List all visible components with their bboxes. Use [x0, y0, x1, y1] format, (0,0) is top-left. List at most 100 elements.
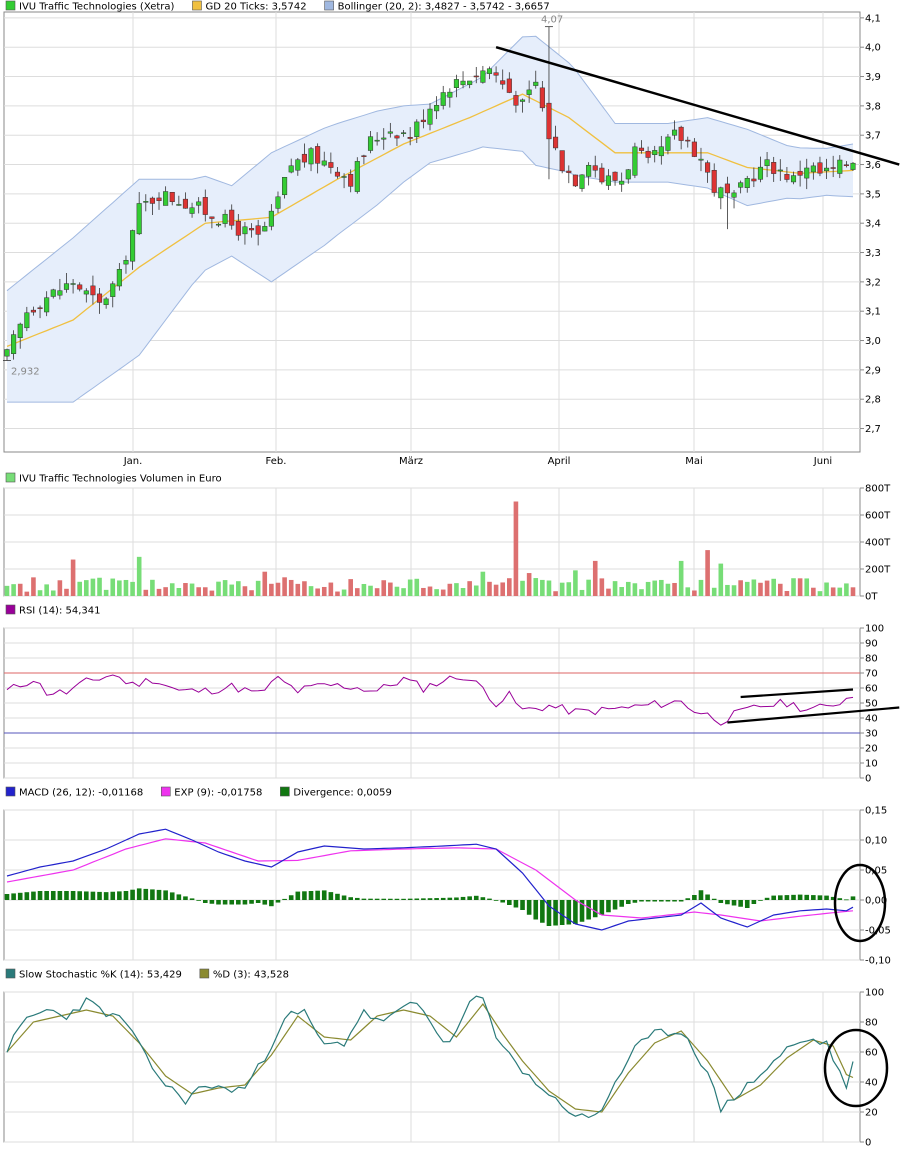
volume-bar	[487, 581, 492, 596]
legend-label: Bollinger (20, 2): 3,4827 - 3,5742 - 3,6…	[338, 2, 550, 13]
divergence-bar	[130, 889, 135, 900]
candle-up	[381, 137, 387, 140]
divergence-bar	[632, 900, 638, 903]
divergence-bar	[520, 900, 525, 910]
volume-bar	[308, 586, 314, 596]
divergence-bar	[77, 891, 83, 900]
y-tick-label: 80	[865, 654, 878, 665]
divergence-bar	[255, 900, 261, 903]
volume-bar	[421, 587, 426, 596]
divergence-bar	[31, 891, 36, 900]
divergence-bar	[811, 895, 816, 900]
volume-bar	[222, 580, 228, 596]
candle-down	[645, 150, 651, 158]
divergence-bar	[487, 898, 492, 900]
volume-bar	[136, 556, 142, 596]
divergence-bar	[804, 894, 810, 900]
candle-up	[341, 176, 347, 178]
volume-bar	[123, 579, 129, 596]
candle-up	[50, 289, 56, 297]
volume-bar	[751, 579, 757, 596]
legend-label: RSI (14): 54,341	[19, 606, 101, 617]
volume-bar	[130, 581, 135, 596]
volume-bar	[844, 583, 849, 596]
volume-bar	[659, 579, 664, 596]
legend-label: Divergence: 0,0059	[293, 788, 392, 799]
divergence-bar	[758, 900, 763, 901]
candle-down	[301, 153, 307, 163]
volume-bar	[381, 580, 387, 596]
y-tick-label: 600T	[865, 511, 891, 522]
divergence-bar	[24, 892, 30, 900]
divergence-bar	[480, 897, 486, 900]
y-tick-label: 10	[865, 759, 878, 770]
candle-down	[506, 78, 512, 93]
volume-bar	[24, 591, 30, 596]
volume-bar	[473, 585, 479, 596]
legend-swatch	[324, 0, 334, 11]
divergence-bar	[249, 900, 254, 904]
volume-bar	[467, 581, 472, 596]
candle-up	[526, 89, 532, 95]
legend-label: IVU Traffic Technologies (Xetra)	[19, 2, 175, 13]
candle-up	[70, 283, 76, 285]
volume-bar	[97, 577, 102, 596]
divergence-bar	[394, 898, 400, 900]
y-tick-label: 4,0	[865, 43, 881, 54]
volume-bar	[242, 586, 248, 596]
candle-down	[361, 155, 367, 157]
candle-down	[500, 80, 506, 85]
divergence-bar	[361, 898, 367, 900]
volume-bar	[559, 582, 565, 596]
y-tick-label: 3,8	[865, 101, 881, 112]
candle-down	[209, 216, 215, 219]
divergence-bar	[817, 895, 823, 900]
y-tick-label: 3,0	[865, 336, 881, 347]
divergence-bar	[189, 898, 195, 900]
divergence-bar	[90, 891, 96, 900]
divergence-bar	[381, 898, 387, 900]
divergence-bar	[354, 897, 360, 900]
candle-up	[738, 182, 744, 188]
divergence-bar	[440, 897, 446, 900]
volume-bar	[652, 580, 658, 596]
volume-bar	[725, 584, 730, 596]
candle-up	[790, 175, 797, 183]
candle-down	[513, 95, 519, 106]
candle-up	[605, 175, 612, 186]
volume-bar	[460, 588, 466, 596]
candle-down	[202, 197, 208, 215]
candle-up	[57, 290, 63, 296]
candle-down	[546, 102, 552, 140]
divergence-bar	[341, 895, 347, 900]
candle-up	[480, 70, 486, 83]
volume-bar	[282, 577, 287, 596]
volume-bar	[804, 578, 810, 596]
candle-up	[718, 187, 724, 199]
candle-up	[130, 230, 136, 262]
legend-swatch	[5, 0, 16, 11]
volume-bar	[328, 582, 334, 596]
legend-label: EXP (9): -0,01758	[174, 788, 262, 799]
y-tick-label: 60	[865, 1048, 878, 1059]
volume-bar	[718, 563, 724, 596]
volume-bar	[189, 583, 195, 596]
divergence-bar	[784, 895, 790, 900]
candle-down	[255, 225, 261, 235]
divergence-bar	[718, 900, 724, 903]
y-tick-label: 40	[865, 1078, 878, 1089]
volume-bar	[480, 571, 486, 596]
divergence-bar	[70, 891, 76, 900]
volume-bar	[84, 580, 89, 596]
legend-swatch	[192, 0, 202, 11]
y-tick-label: 2,8	[865, 395, 881, 406]
chart-canvas: IVU Traffic Technologies (Xetra) GD 20 Ti…	[3, 0, 900, 1149]
volume-bar	[777, 583, 783, 596]
candle-down	[420, 119, 426, 123]
volume-bar	[202, 587, 208, 596]
candle-up	[136, 203, 142, 235]
candle-down	[493, 72, 499, 76]
volume-bar	[103, 589, 109, 596]
divergence-bar	[282, 898, 287, 900]
volume-bar	[17, 583, 23, 596]
